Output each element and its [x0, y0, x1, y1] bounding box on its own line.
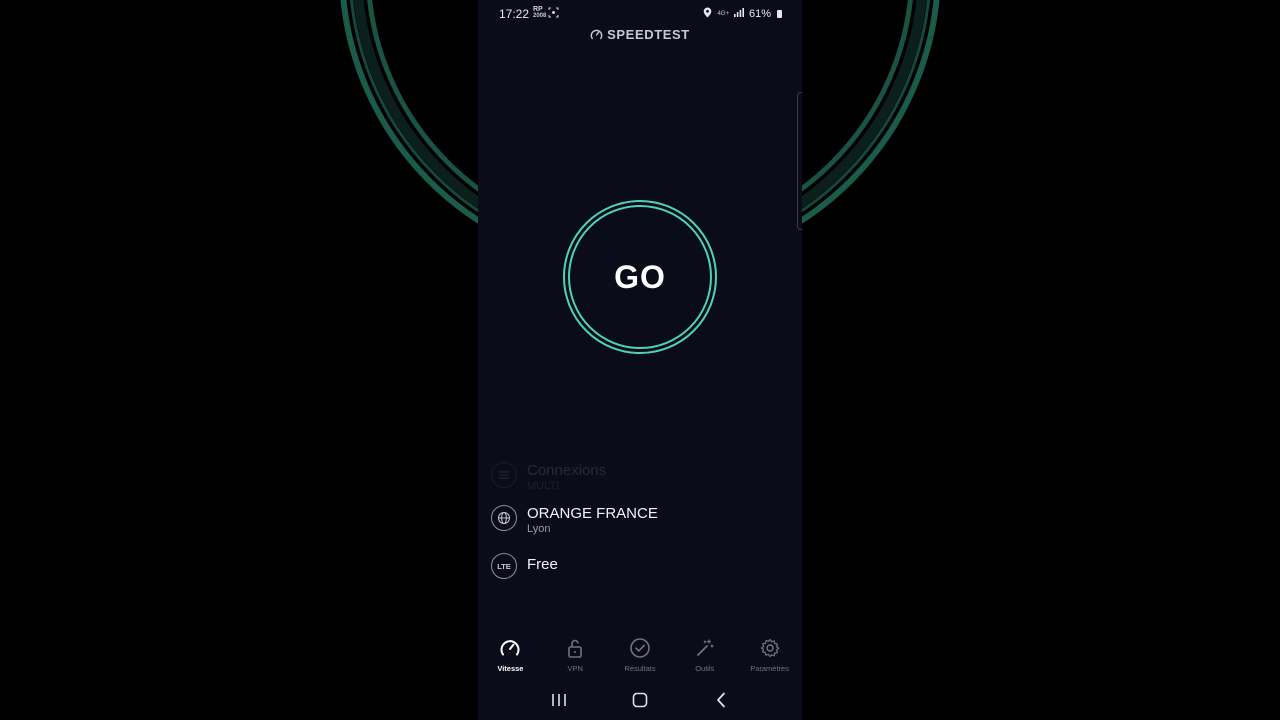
lte-icon-label: LTE — [497, 561, 511, 571]
check-circle-icon — [628, 636, 652, 660]
globe-icon — [491, 505, 517, 531]
back-icon — [717, 692, 726, 708]
gear-icon — [758, 636, 782, 660]
nav-item-parametres[interactable]: Paramètres — [737, 636, 802, 676]
provider-name: ORANGE FRANCE — [527, 505, 658, 522]
magic-wand-icon — [693, 636, 717, 660]
screenshot-icon — [548, 7, 559, 21]
network-type-indicator: 4G+ — [717, 11, 729, 17]
nav-item-vitesse[interactable]: Vitesse — [478, 636, 543, 676]
recent-apps-icon — [551, 694, 566, 706]
network-text: Free — [527, 556, 558, 574]
connections-row[interactable]: Connexions MULTI — [491, 462, 606, 493]
provider-location: Lyon — [527, 523, 551, 535]
go-button[interactable]: GO — [562, 199, 718, 355]
signal-icon — [733, 8, 744, 20]
side-panel-handle[interactable] — [797, 92, 802, 230]
speedometer-icon — [498, 636, 522, 660]
phone-screen: 17:22 RP 2008 4G+ 61% SPEEDTEST GO Conne… — [478, 0, 802, 720]
back-button[interactable] — [706, 688, 736, 712]
status-time: 17:22 — [499, 7, 530, 21]
indicator-bottom-text: 2008 — [533, 13, 547, 19]
connections-title: Connexions — [527, 462, 607, 479]
nav-label-resultats: Résultats — [624, 664, 656, 673]
bottom-nav: Vitesse VPN Résultats Outils Paramètres — [478, 636, 802, 676]
system-nav-bar — [478, 686, 802, 714]
battery-percent: 61% — [748, 8, 771, 20]
location-icon — [703, 7, 712, 21]
status-right-group: 4G+ 61% — [703, 7, 782, 21]
indicator-top-text: RP — [533, 6, 543, 13]
status-notification-indicator: RP 2008 — [533, 6, 546, 19]
nav-label-vitesse: Vitesse — [497, 664, 524, 673]
home-button[interactable] — [625, 688, 655, 712]
lte-icon: LTE — [491, 553, 517, 579]
nav-label-outils: Outils — [695, 664, 715, 673]
status-bar: 17:22 RP 2008 4G+ 61% — [478, 0, 802, 26]
connections-icon — [491, 462, 517, 488]
nav-item-resultats[interactable]: Résultats — [608, 636, 673, 676]
provider-text: ORANGE FRANCE Lyon — [527, 505, 658, 536]
go-label: GO — [614, 258, 666, 295]
app-header: SPEEDTEST — [478, 27, 802, 42]
battery-icon — [777, 10, 782, 18]
recent-apps-button[interactable] — [544, 688, 574, 712]
network-row[interactable]: LTE Free — [491, 553, 558, 579]
home-icon — [632, 692, 648, 708]
network-name: Free — [527, 556, 558, 573]
speedometer-logo-icon — [590, 27, 607, 42]
unlock-icon — [563, 636, 587, 660]
connections-subtitle: MULTI — [527, 480, 560, 492]
app-title: SPEEDTEST — [607, 27, 690, 42]
nav-item-outils[interactable]: Outils — [672, 636, 737, 676]
provider-row[interactable]: ORANGE FRANCE Lyon — [491, 505, 658, 536]
nav-item-vpn[interactable]: VPN — [543, 636, 608, 676]
nav-label-parametres: Paramètres — [750, 664, 789, 673]
nav-label-vpn: VPN — [567, 664, 583, 673]
connections-text: Connexions MULTI — [527, 462, 606, 493]
